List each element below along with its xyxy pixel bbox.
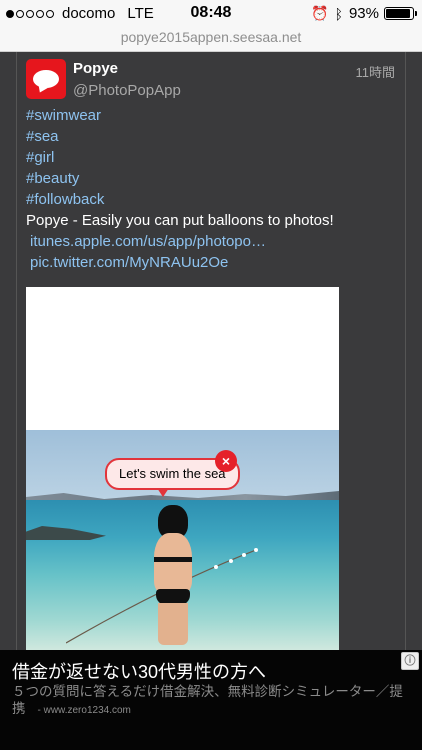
hashtag-link[interactable]: #swimwear: [26, 105, 398, 126]
tweet-text: Popye - Easily you can put balloons to p…: [26, 212, 334, 229]
battery-icon: [384, 7, 417, 20]
avatar[interactable]: [26, 59, 66, 99]
status-bar: docomo LTE 08:48 ⏰ ᛒ 93%: [0, 0, 422, 28]
itunes-link[interactable]: itunes.apple.com/us/app/photopo…: [26, 231, 398, 252]
tweet-timestamp[interactable]: 11時間: [356, 62, 396, 81]
url-bar[interactable]: popye2015appen.seesaa.net: [0, 28, 422, 52]
bluetooth-icon: ᛒ: [334, 5, 343, 22]
balloon-close-icon: ×: [215, 450, 237, 472]
hashtag-link[interactable]: #sea: [26, 126, 398, 147]
ad-info-icon[interactable]: ⓘ: [401, 652, 419, 670]
hashtag-link[interactable]: #followback: [26, 189, 398, 210]
battery-percent: 93%: [348, 5, 379, 22]
ad-description: ５つの質問に答えるだけ借金解決、無料診断シミュレーター／提携 - www.zero…: [12, 683, 412, 719]
ad-domain: - www.zero1234.com: [37, 705, 131, 716]
tweet-author-handle[interactable]: @PhotoPopApp: [73, 82, 181, 99]
beach-photo: Let's swim the sea ×: [26, 430, 339, 650]
embedded-tweet[interactable]: Popye @PhotoPopApp 11時間 #swimwear #sea #…: [16, 52, 406, 650]
hashtag-link[interactable]: #beauty: [26, 168, 398, 189]
hashtag-link[interactable]: #girl: [26, 147, 398, 168]
photo-person: [144, 505, 204, 645]
tweet-body: #swimwear #sea #girl #beauty #followback…: [26, 105, 398, 273]
tweet-photo[interactable]: Let's swim the sea ×: [26, 287, 339, 650]
pic-twitter-link[interactable]: pic.twitter.com/MyNRAUu2Oe: [26, 252, 398, 273]
url-text[interactable]: popye2015appen.seesaa.net: [121, 29, 302, 45]
alarm-icon: ⏰: [311, 5, 329, 21]
ad-title[interactable]: 借金が返せない30代男性の方へ: [12, 658, 266, 684]
web-page: Popye @PhotoPopApp 11時間 #swimwear #sea #…: [0, 52, 422, 650]
ad-banner[interactable]: 借金が返せない30代男性の方へ ５つの質問に答えるだけ借金解決、無料診断シミュレ…: [0, 650, 422, 750]
tweet-author-name[interactable]: Popye: [73, 60, 118, 77]
speech-bubble-icon: [33, 70, 59, 88]
